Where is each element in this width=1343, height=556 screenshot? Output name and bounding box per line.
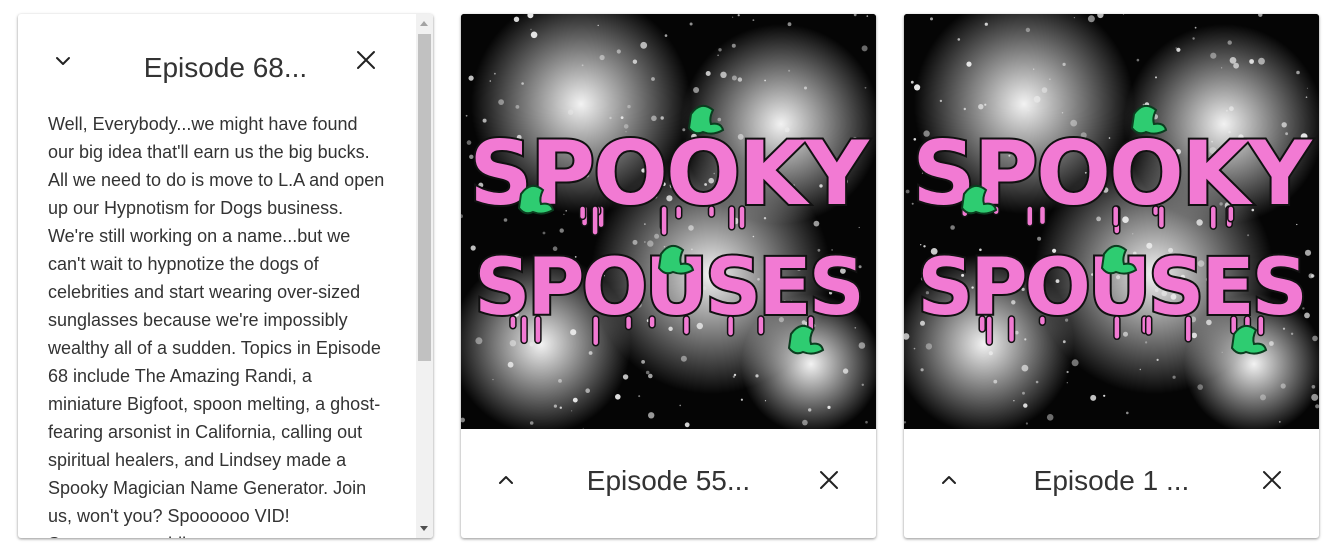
close-icon[interactable] <box>1261 469 1283 491</box>
scroll-down-arrow-icon[interactable] <box>420 526 428 531</box>
chevron-down-icon[interactable] <box>52 50 74 72</box>
close-icon[interactable] <box>818 469 840 491</box>
podcast-cover-art[interactable]: SPOOKY SPOUSES <box>904 14 1319 429</box>
cover-art-image: SPOOKYSPOUSES <box>904 14 1319 429</box>
card-header: Episode 68... <box>18 14 433 118</box>
episode-title: Episode 68... <box>143 52 308 83</box>
episode-title: Episode 1 ... <box>1033 465 1190 496</box>
episode-card-1: SPOOKY SPOUSES Episode 1 ... <box>904 14 1319 538</box>
scroll-thumb[interactable] <box>418 34 431 361</box>
card-footer: Episode 1 ... <box>904 429 1319 538</box>
episode-card-68: Episode 68... Well, Everybody...we might… <box>18 14 433 538</box>
episode-title: Episode 55... <box>586 465 751 496</box>
scrollbar[interactable] <box>416 14 433 538</box>
scroll-up-arrow-icon[interactable] <box>420 21 428 26</box>
description-scroll-area[interactable]: Well, Everybody...we might have found ou… <box>18 110 416 538</box>
episode-card-55: SPOOKY SPOUSES Episode 55... <box>461 14 876 538</box>
episode-description: Well, Everybody...we might have found ou… <box>48 114 385 538</box>
podcast-cover-art[interactable]: SPOOKY SPOUSES <box>461 14 876 429</box>
chevron-up-icon[interactable] <box>495 469 517 491</box>
chevron-up-icon[interactable] <box>938 469 960 491</box>
cover-art-image: SPOOKYSPOUSES <box>461 14 876 429</box>
close-icon[interactable] <box>355 49 377 71</box>
card-footer: Episode 55... <box>461 429 876 538</box>
